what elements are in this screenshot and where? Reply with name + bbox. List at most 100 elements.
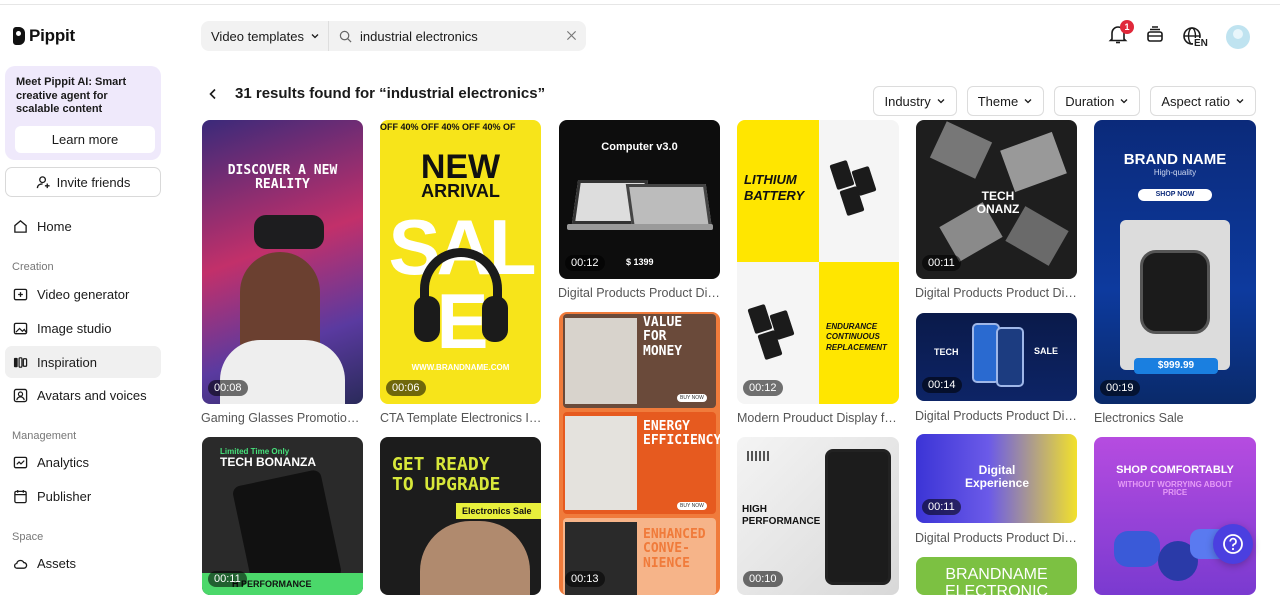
card-caption[interactable]: Digital Products Product Dis... <box>915 409 1077 423</box>
card-caption[interactable]: Gaming Glasses Promotion ... <box>201 411 363 425</box>
template-card[interactable]: LITHIUM BATTERY ENDURANCE CONTINUOUS REP… <box>737 120 899 404</box>
question-icon <box>1223 534 1243 554</box>
duration-badge: 00:08 <box>208 380 248 396</box>
vr-headset-shape <box>254 215 324 249</box>
template-card[interactable]: Computer v3.0 $ 1399 00:12 <box>559 120 720 279</box>
template-card[interactable]: VALUE FOR MONEY BUY NOW ENERGY EFFICIENC… <box>559 312 720 595</box>
user-avatar[interactable] <box>1226 24 1250 49</box>
help-button[interactable] <box>1213 524 1253 564</box>
battery-shape <box>747 303 773 335</box>
sidebar-item-video-generator[interactable]: Video generator <box>5 278 161 310</box>
notifications-button[interactable]: 1 <box>1108 20 1134 49</box>
template-card[interactable]: TECH SALE 00:14 <box>916 313 1077 401</box>
earcup-left <box>414 296 440 342</box>
notification-badge: 1 <box>1120 20 1134 34</box>
analytics-icon <box>13 456 28 468</box>
template-card[interactable]: TECH ONANZ 00:11 <box>916 120 1077 279</box>
card-caption[interactable]: Digital Products Product Dis... <box>915 531 1077 545</box>
pippit-logo-icon <box>13 27 25 45</box>
inspiration-icon <box>13 356 28 368</box>
filter-label: Duration <box>1065 93 1115 109</box>
sidebar-item-image-studio[interactable]: Image studio <box>5 312 161 344</box>
card-caption[interactable]: Digital Products Product Dis... <box>558 286 720 300</box>
dots-decoration <box>747 451 769 461</box>
invite-label: Invite friends <box>56 174 131 190</box>
duration-badge: 00:19 <box>1100 380 1140 396</box>
card-caption[interactable]: CTA Template Electronics In... <box>380 411 542 425</box>
tile-shape <box>929 121 993 179</box>
promo-text: Meet Pippit AI: Smart creative agent for… <box>16 76 127 115</box>
brand-logo[interactable]: Pippit <box>13 26 75 46</box>
template-card[interactable]: OFF 40% OFF 40% OFF 40% OF NEW ARRIVAL S… <box>380 120 541 404</box>
card-poster-text: VALUE FOR MONEY <box>643 315 683 359</box>
card-poster-subtext: ARRIVAL <box>421 181 500 201</box>
battery-shape <box>829 159 855 191</box>
chevron-down-icon <box>1236 99 1244 104</box>
sidebar-item-label: Home <box>37 218 72 234</box>
results-header: 31 results found for “industrial electro… <box>207 85 545 102</box>
template-card[interactable]: DISCOVER A NEW REALITY 00:08 <box>202 120 363 404</box>
section-label-creation: Creation <box>12 261 54 273</box>
cloud-icon <box>13 559 28 569</box>
duration-badge: 00:11 <box>922 499 961 515</box>
duration-badge: 00:11 <box>208 571 247 587</box>
filter-label: Aspect ratio <box>1161 93 1230 109</box>
clear-search-button[interactable] <box>556 28 586 45</box>
back-arrow-icon[interactable] <box>207 88 219 100</box>
vr-headset-shape <box>1114 531 1160 567</box>
template-card[interactable]: BRAND NAME High-quality SHOP NOW $999.99… <box>1094 120 1256 404</box>
stack-button[interactable] <box>1146 25 1164 48</box>
card-caption[interactable]: Modern Prouduct Display fo... <box>737 411 899 425</box>
card-caption[interactable]: Electronics Sale <box>1094 411 1256 425</box>
tile-shape <box>1000 131 1067 193</box>
add-user-icon <box>36 175 50 188</box>
close-icon <box>566 30 576 40</box>
filter-theme[interactable]: Theme <box>966 86 1045 116</box>
learn-more-button[interactable]: Learn more <box>15 126 155 153</box>
card-poster-subtext: ENDURANCE CONTINUOUS REPLACEMENT <box>826 322 887 352</box>
sidebar-item-inspiration[interactable]: Inspiration <box>5 346 161 378</box>
card-poster-subtext: WITHOUT WORRYING ABOUT PRICE <box>1117 480 1233 498</box>
filter-industry[interactable]: Industry <box>873 86 957 116</box>
card-caption[interactable]: Digital Products Product Dis... <box>915 286 1077 300</box>
filter-duration[interactable]: Duration <box>1054 86 1141 116</box>
card-poster-text: ENHANCED CONVE-NIENCE <box>643 527 706 571</box>
search-value: industrial electronics <box>360 28 478 44</box>
filter-aspect-ratio[interactable]: Aspect ratio <box>1150 86 1256 116</box>
invite-friends-button[interactable]: Invite friends <box>5 167 161 197</box>
template-card[interactable]: SHOP COMFORTABLY WITHOUT WORRYING ABOUT … <box>1094 437 1256 595</box>
smartwatch-shape <box>1140 250 1210 334</box>
template-card[interactable]: Digital Experience 00:11 <box>916 434 1077 523</box>
sidebar-item-publisher[interactable]: Publisher <box>5 480 161 512</box>
chevron-down-icon <box>311 34 319 39</box>
sidebar-item-analytics[interactable]: Analytics <box>5 446 161 478</box>
sidebar-item-avatars[interactable]: Avatars and voices <box>5 379 161 411</box>
person-shape <box>420 521 530 595</box>
card-poster-text: GET READY TO UPGRADE <box>392 454 501 495</box>
language-button[interactable]: EN <box>1182 26 1209 49</box>
template-card[interactable]: Limited Time Only TECH BONANZA H PERFORM… <box>202 437 363 595</box>
template-card[interactable]: GET READY TO UPGRADE Electronics Sale <box>380 437 541 595</box>
filter-bar: Industry Theme Duration Aspect ratio <box>873 86 1256 116</box>
duration-badge: 00:13 <box>565 571 605 587</box>
card-poster-text: LITHIUM BATTERY <box>744 172 805 203</box>
sidebar-item-assets[interactable]: Assets <box>5 547 161 579</box>
sidebar-item-home[interactable]: Home <box>5 210 161 242</box>
duration-badge: 00:14 <box>922 377 962 393</box>
search-input[interactable]: industrial electronics <box>329 29 556 44</box>
avatar-icon <box>13 388 28 402</box>
sidebar-item-label: Publisher <box>37 488 92 504</box>
card-url: WWW.BRANDNAME.COM <box>411 363 510 372</box>
template-card[interactable]: BRANDNAME ELECTRONIC <box>916 557 1077 595</box>
filter-label: Industry <box>884 93 931 109</box>
card-poster-text: TECH BONANZA <box>220 455 316 469</box>
shop-now-chip: SHOP NOW <box>1138 189 1212 201</box>
promo-card: Meet Pippit AI: Smart creative agent for… <box>5 66 161 160</box>
chevron-down-icon <box>1120 99 1128 104</box>
sidebar-item-label: Analytics <box>37 454 90 470</box>
template-card[interactable]: HIGH PERFORMANCE 00:10 <box>737 437 899 595</box>
card-banner: OFF 40% OFF 40% OFF 40% OF <box>380 122 516 132</box>
section-label-management: Management <box>12 430 77 442</box>
person-shape <box>240 252 320 352</box>
template-type-dropdown[interactable]: Video templates <box>201 21 329 51</box>
